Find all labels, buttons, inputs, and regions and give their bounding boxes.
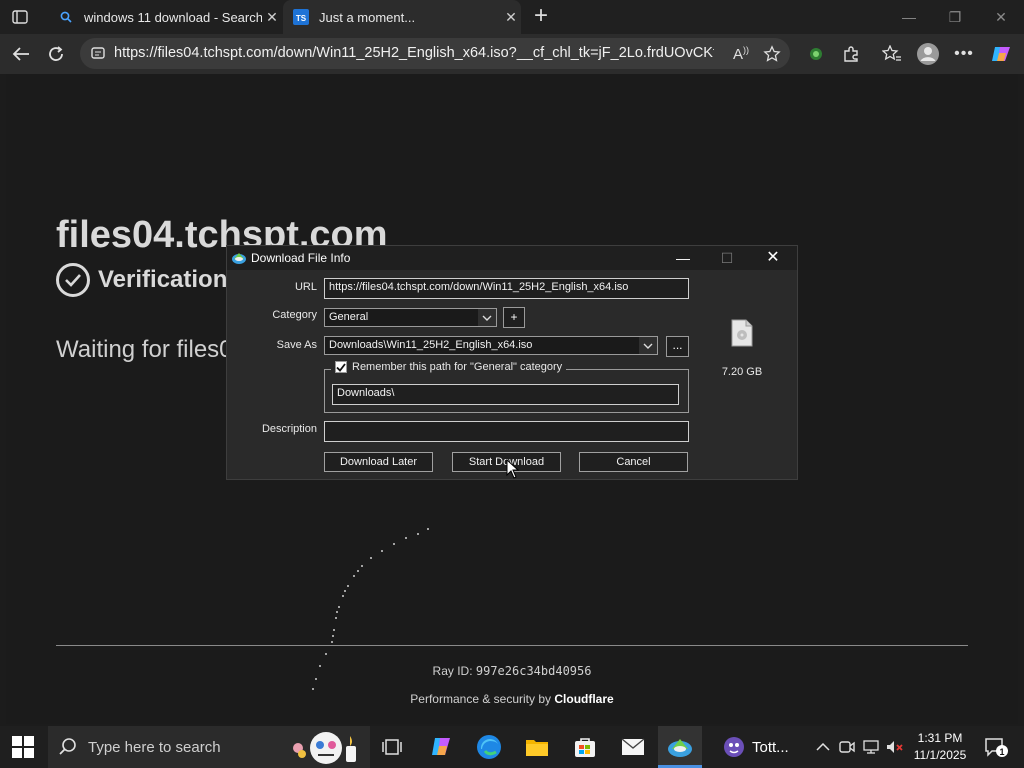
description-field[interactable] <box>324 421 689 442</box>
close-tab-icon[interactable]: ✕ <box>262 9 282 26</box>
verification-row: Verification <box>56 260 227 300</box>
search-placeholder: Type here to search <box>88 739 221 756</box>
address-url[interactable]: https://files04.tchspt.com/down/Win11_25… <box>114 45 714 61</box>
search-highlight-image <box>293 732 356 764</box>
tab-title: Just a moment... <box>319 9 416 25</box>
chevron-down-icon[interactable] <box>478 309 496 326</box>
category-label: Category <box>272 309 317 321</box>
close-icon[interactable]: ✕ <box>978 0 1024 34</box>
edge-icon[interactable] <box>467 726 511 768</box>
more-icon[interactable]: ••• <box>951 41 977 67</box>
dialog-title: Download File Info <box>251 251 351 265</box>
browser-tab-bar: windows 11 download - Search ✕ TS Just a… <box>0 0 1024 34</box>
maximize-icon[interactable]: ❐ <box>932 0 978 34</box>
ray-id-label: Ray ID: <box>432 664 476 678</box>
favorite-star-icon[interactable] <box>759 41 785 67</box>
back-icon[interactable] <box>8 41 34 67</box>
divider <box>56 645 968 646</box>
check-circle-icon <box>56 263 90 297</box>
browse-button[interactable]: ... <box>666 336 689 357</box>
idm-icon <box>231 250 247 266</box>
copilot-icon[interactable] <box>988 41 1014 67</box>
tab-search[interactable]: windows 11 download - Search ✕ <box>48 0 282 34</box>
dialog-maximize-icon[interactable]: ☐ <box>705 246 749 270</box>
running-app-tott[interactable]: Tott... <box>722 726 810 768</box>
path-field[interactable]: Downloads\ <box>332 384 679 405</box>
save-as-label: Save As <box>276 339 317 351</box>
download-later-button[interactable]: Download Later <box>324 452 433 472</box>
address-bar[interactable]: https://files04.tchspt.com/down/Win11_25… <box>80 38 790 69</box>
ray-id-value: 997e26c34bd40956 <box>475 664 592 678</box>
tab-just-a-moment[interactable]: TS Just a moment... ✕ <box>283 0 521 34</box>
dialog-minimize-icon[interactable]: — <box>661 246 705 270</box>
dialog-close-icon[interactable]: ✕ <box>751 246 795 270</box>
taskbar-search-box[interactable]: Type here to search <box>48 726 370 768</box>
file-icon <box>730 319 754 347</box>
clock-time: 1:31 PM <box>917 731 963 745</box>
perf-label: Performance & security by <box>410 692 555 706</box>
save-as-value: Downloads\Win11_25H2_English_x64.iso <box>329 339 533 351</box>
show-hidden-icons-chevron-icon[interactable] <box>812 726 834 768</box>
ts-favicon: TS <box>293 9 309 25</box>
svg-text:TS: TS <box>296 14 307 23</box>
file-size: 7.20 GB <box>721 366 763 378</box>
remember-path-label: Remember this path for "General" categor… <box>352 361 563 373</box>
performance-footer: Performance & security by Cloudflare <box>6 692 1018 706</box>
clock-date: 11/1/2025 <box>913 748 967 762</box>
idm-taskbar-icon[interactable] <box>658 726 702 768</box>
puzzle-icon[interactable] <box>838 41 864 67</box>
add-category-button[interactable]: + <box>503 307 525 328</box>
mail-icon[interactable] <box>611 726 655 768</box>
category-select[interactable]: General <box>324 308 497 327</box>
refresh-icon[interactable] <box>43 41 69 67</box>
extension-icon[interactable] <box>803 41 829 67</box>
url-label: URL <box>294 281 317 293</box>
category-value: General <box>329 311 369 323</box>
copilot-app-icon[interactable] <box>419 726 463 768</box>
cancel-button[interactable]: Cancel <box>579 452 688 472</box>
search-icon <box>58 9 74 25</box>
download-file-info-dialog: Download File Info — ☐ ✕ URL https://fil… <box>226 245 798 480</box>
browser-toolbar: https://files04.tchspt.com/down/Win11_25… <box>0 34 1024 74</box>
tab-title: windows 11 download - Search <box>84 9 262 25</box>
profile-icon[interactable] <box>915 41 941 67</box>
notification-center-icon[interactable]: 1 <box>984 736 1008 758</box>
description-label: Description <box>261 423 317 435</box>
task-view-icon[interactable] <box>370 726 414 768</box>
clock[interactable]: 1:31 PM 11/1/2025 <box>900 730 980 764</box>
favorites-icon[interactable] <box>879 41 905 67</box>
file-explorer-icon[interactable] <box>515 726 559 768</box>
waiting-text: Waiting for files0 <box>56 336 233 363</box>
close-tab-icon[interactable]: ✕ <box>501 9 521 26</box>
search-icon <box>58 737 78 762</box>
tab-actions-icon[interactable] <box>8 6 32 28</box>
new-tab-button[interactable]: + <box>528 4 554 30</box>
running-app-label: Tott... <box>752 738 789 756</box>
network-icon[interactable] <box>860 726 882 768</box>
save-as-select[interactable]: Downloads\Win11_25H2_English_x64.iso <box>324 336 658 355</box>
windows-start-icon[interactable] <box>12 736 34 758</box>
read-aloud-icon[interactable]: A)) <box>728 41 754 67</box>
chevron-down-icon[interactable] <box>639 337 657 354</box>
remember-path-row[interactable]: Remember this path for "General" categor… <box>331 361 567 373</box>
app-character-icon <box>724 737 744 757</box>
url-field[interactable]: https://files04.tchspt.com/down/Win11_25… <box>324 278 689 299</box>
verification-text: Verification <box>98 266 228 293</box>
mouse-cursor-icon <box>506 459 520 479</box>
taskbar: Type here to search Tott... 1:31 PM 11/1… <box>0 726 1024 768</box>
ray-id: Ray ID: 997e26c34bd40956 <box>6 664 1018 678</box>
meet-now-icon[interactable] <box>836 726 858 768</box>
site-info-icon[interactable] <box>90 45 106 66</box>
store-icon[interactable] <box>563 726 607 768</box>
minimize-icon[interactable]: — <box>886 0 932 34</box>
remember-path-checkbox[interactable] <box>335 361 347 373</box>
dialog-title-bar[interactable]: Download File Info — ☐ ✕ <box>227 246 797 270</box>
cloudflare-link[interactable]: Cloudflare <box>554 692 613 706</box>
notification-count: 1 <box>999 747 1004 757</box>
